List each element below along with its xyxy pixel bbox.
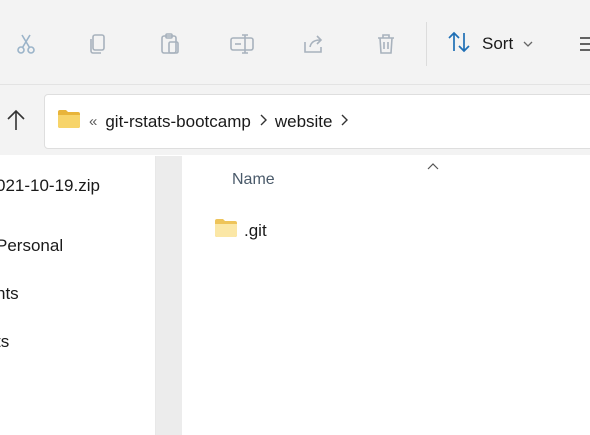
chevron-right-icon[interactable]	[259, 113, 267, 130]
rename-icon[interactable]	[222, 24, 262, 64]
paste-icon[interactable]	[150, 24, 190, 64]
navigation-pane: 021-10-19.zip Personal nts ts	[0, 156, 155, 435]
sort-icon	[446, 30, 472, 59]
copy-icon[interactable]	[78, 24, 118, 64]
folder-icon	[57, 109, 81, 134]
command-bar: Sort	[0, 0, 590, 85]
column-header-name[interactable]: Name	[232, 171, 275, 189]
file-list: Name .git	[182, 156, 590, 435]
sidebar-item-personal[interactable]: Personal	[0, 236, 63, 256]
cut-icon[interactable]	[6, 24, 46, 64]
up-arrow-icon[interactable]	[0, 103, 32, 137]
file-name: .git	[244, 220, 267, 240]
sort-button[interactable]: Sort	[446, 26, 533, 62]
sort-label: Sort	[482, 34, 514, 53]
sidebar-scrollbar[interactable]	[155, 156, 182, 435]
address-bar[interactable]: « git-rstats-bootcamp website	[44, 94, 590, 149]
sidebar-item-partial[interactable]: ts	[0, 332, 9, 352]
list-item[interactable]: .git	[214, 218, 267, 243]
share-icon[interactable]	[294, 24, 334, 64]
overflow-crumb[interactable]: «	[89, 113, 97, 130]
sidebar-item-zip[interactable]: 021-10-19.zip	[0, 176, 100, 196]
crumb-git-rstats-bootcamp[interactable]: git-rstats-bootcamp	[105, 112, 251, 132]
delete-icon[interactable]	[366, 24, 406, 64]
sort-ascending-icon	[427, 157, 439, 175]
chevron-down-icon	[523, 35, 533, 53]
view-options-icon[interactable]	[580, 34, 590, 59]
folder-icon	[214, 218, 238, 243]
chevron-right-icon[interactable]	[340, 113, 349, 130]
toolbar-separator	[426, 22, 427, 66]
sidebar-item-documents[interactable]: nts	[0, 284, 19, 304]
navigation-row: « git-rstats-bootcamp website	[0, 85, 590, 155]
crumb-website[interactable]: website	[275, 112, 333, 132]
